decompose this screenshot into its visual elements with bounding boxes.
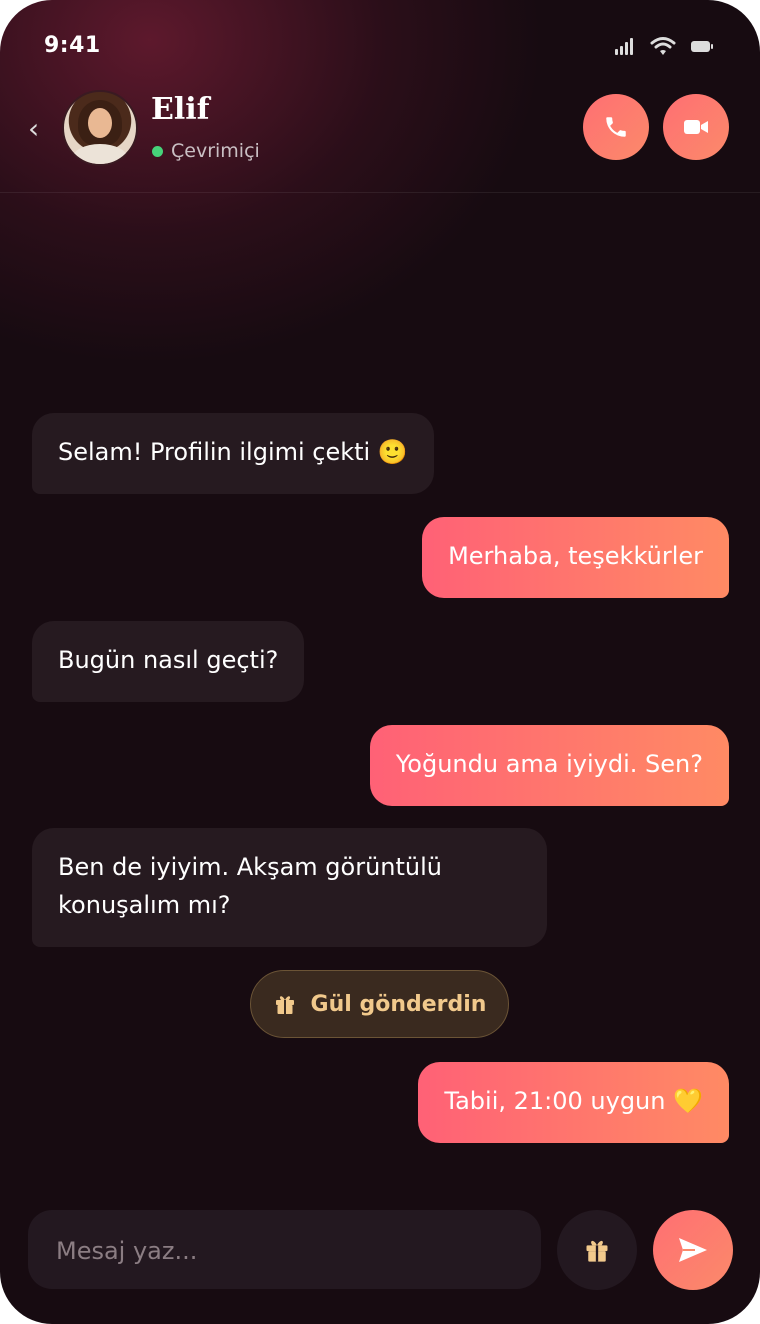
video-call-button[interactable] — [663, 94, 729, 160]
send-button[interactable] — [653, 1210, 733, 1290]
online-dot — [152, 145, 163, 157]
message-outgoing[interactable]: Merhaba, teşekkürler — [422, 517, 729, 598]
voice-call-button[interactable] — [583, 94, 649, 160]
status-icons — [614, 36, 714, 56]
contact-name: Elif — [151, 92, 210, 127]
chat-header: ‹ Elif Çevrimiçi — [0, 88, 760, 193]
status-bar: 9:41 — [0, 0, 760, 90]
message-incoming[interactable]: Ben de iyiyim. Akşam görüntülü konuşalım… — [32, 828, 547, 947]
chevron-left-icon[interactable]: ‹ — [28, 114, 48, 144]
gift-sent-notice: Gül gönderdin — [250, 970, 509, 1038]
status-time: 9:41 — [44, 33, 101, 58]
send-icon — [679, 1238, 707, 1262]
message-outgoing[interactable]: Tabii, 21:00 uygun 💛 — [418, 1062, 729, 1143]
avatar[interactable] — [62, 90, 138, 166]
phone-screen: 9:41 ‹ Elif Çevrimiçi Selam! Profilin il… — [0, 0, 760, 1324]
message-incoming[interactable]: Selam! Profilin ilgimi çekti 🙂 — [32, 413, 434, 494]
send-gift-button[interactable] — [557, 1210, 637, 1290]
gift-icon — [275, 996, 294, 1014]
phone-icon — [606, 117, 626, 137]
presence-status: Çevrimiçi — [152, 140, 260, 162]
message-composer — [28, 1210, 541, 1291]
message-incoming[interactable]: Bugün nasıl geçti? — [32, 621, 305, 702]
wifi-icon — [650, 37, 676, 55]
battery-icon — [691, 41, 713, 52]
message-input[interactable] — [54, 1210, 518, 1291]
presence-text: Çevrimiçi — [171, 140, 260, 162]
message-outgoing[interactable]: Yoğundu ama iyiydi. Sen? — [369, 725, 729, 806]
video-icon — [684, 120, 708, 134]
signal-icon — [615, 38, 633, 55]
gift-notice-text: Gül gönderdin — [310, 991, 487, 1017]
gift-icon — [586, 1240, 608, 1262]
